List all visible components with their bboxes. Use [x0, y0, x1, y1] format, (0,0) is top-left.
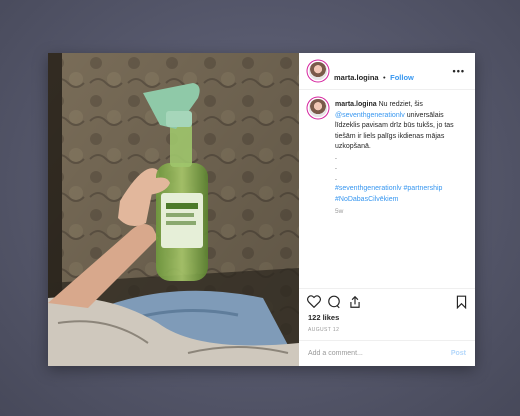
post-sidebar: marta.logina • Follow ••• marta.logina N… [299, 53, 475, 366]
post-caption: marta.logina Nu redziet, šis @seventhgen… [309, 100, 469, 205]
header-line: marta.logina • Follow [334, 67, 414, 85]
post-actions: 122 likes AUGUST 12 Add a comment... Pos… [299, 288, 475, 366]
caption-text-before: Nu redziet, šis [378, 101, 423, 108]
avatar[interactable] [309, 62, 327, 80]
instagram-post-card: marta.logina • Follow ••• marta.logina N… [48, 53, 475, 366]
more-dots-icon[interactable]: ••• [453, 66, 465, 76]
post-header: marta.logina • Follow ••• [299, 53, 475, 90]
post-photo[interactable] [48, 53, 299, 366]
likes-count[interactable]: 122 likes [308, 313, 339, 322]
comment-bar: Add a comment... Post [299, 340, 475, 366]
bookmark-icon[interactable] [456, 295, 467, 309]
photo-illustration [48, 53, 299, 366]
mention-link[interactable]: @seventhgenerationlv [335, 112, 405, 119]
caption-dot: . [335, 164, 337, 171]
caption-dot: . [335, 153, 337, 161]
header-separator: • [383, 73, 386, 82]
follow-button[interactable]: Follow [390, 73, 414, 82]
post-button[interactable]: Post [451, 350, 466, 357]
hashtag-link[interactable]: #partnership [404, 185, 443, 192]
caption-username[interactable]: marta.logina [335, 101, 377, 108]
username-link[interactable]: marta.logina [334, 73, 379, 82]
share-icon[interactable] [348, 295, 362, 309]
caption-dot: . [335, 174, 337, 182]
comment-icon[interactable] [327, 295, 341, 309]
caption-text: marta.logina Nu redziet, šis @seventhgen… [309, 100, 469, 205]
hashtag-link[interactable]: #NoDabasCilvēkiem [335, 195, 469, 206]
comment-input[interactable]: Add a comment... [308, 350, 363, 357]
heart-icon[interactable] [307, 295, 321, 308]
hashtag-link[interactable]: #seventhgenerationlv [335, 185, 402, 192]
time-ago: 5w [335, 208, 344, 215]
post-date: AUGUST 12 [308, 327, 340, 333]
